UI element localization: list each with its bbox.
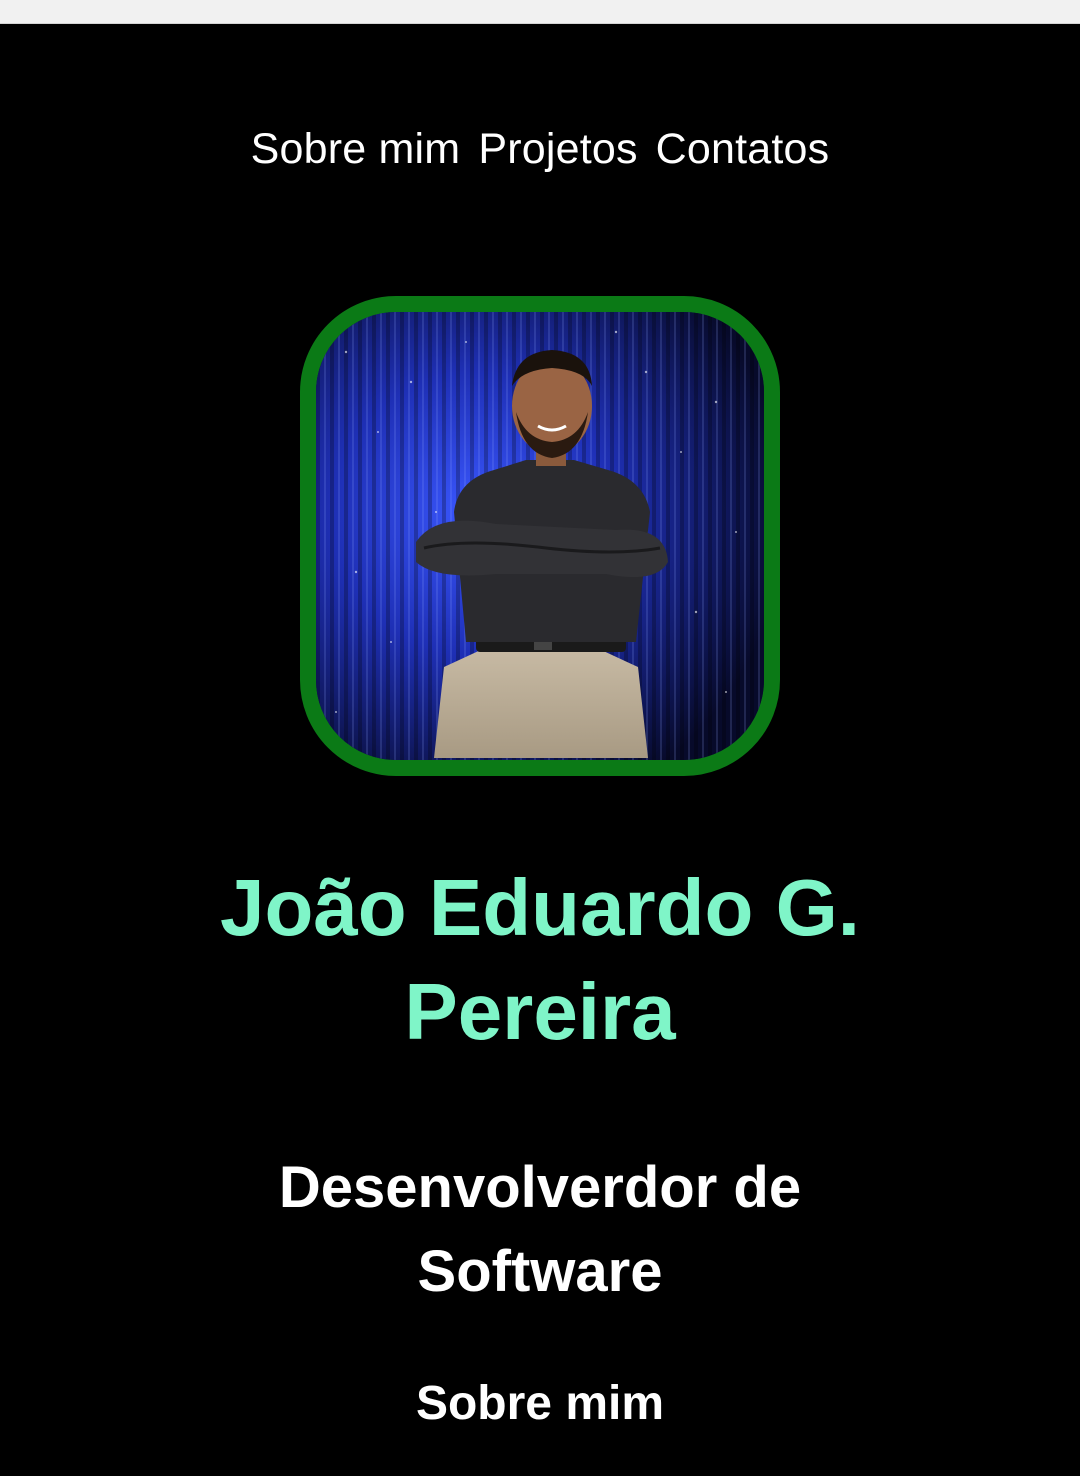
nav-link-projetos[interactable]: Projetos: [478, 122, 637, 176]
nav-link-sobre-mim[interactable]: Sobre mim: [251, 122, 461, 176]
main-nav: Sobre mim Projetos Contatos: [0, 122, 1080, 176]
profile-photo-image: [316, 312, 764, 760]
profile-name-line2: Pereira: [404, 967, 676, 1056]
about-heading: Sobre mim: [415, 1377, 665, 1430]
browser-top-strip: [0, 0, 1080, 24]
page: Sobre mim Projetos Contatos João Eduardo…: [0, 24, 1080, 1476]
profile-name: João Eduardo G. Pereira: [0, 856, 1080, 1064]
profile-photo: [300, 296, 780, 776]
profile-role-line1: Desenvolverdor de: [278, 1155, 802, 1220]
profile-role: Desenvolverdor de Software: [0, 1146, 1080, 1314]
profile-name-line1: João Eduardo G.: [219, 863, 861, 952]
profile-role-line2: Software: [417, 1239, 663, 1304]
nav-link-contatos[interactable]: Contatos: [656, 122, 830, 176]
